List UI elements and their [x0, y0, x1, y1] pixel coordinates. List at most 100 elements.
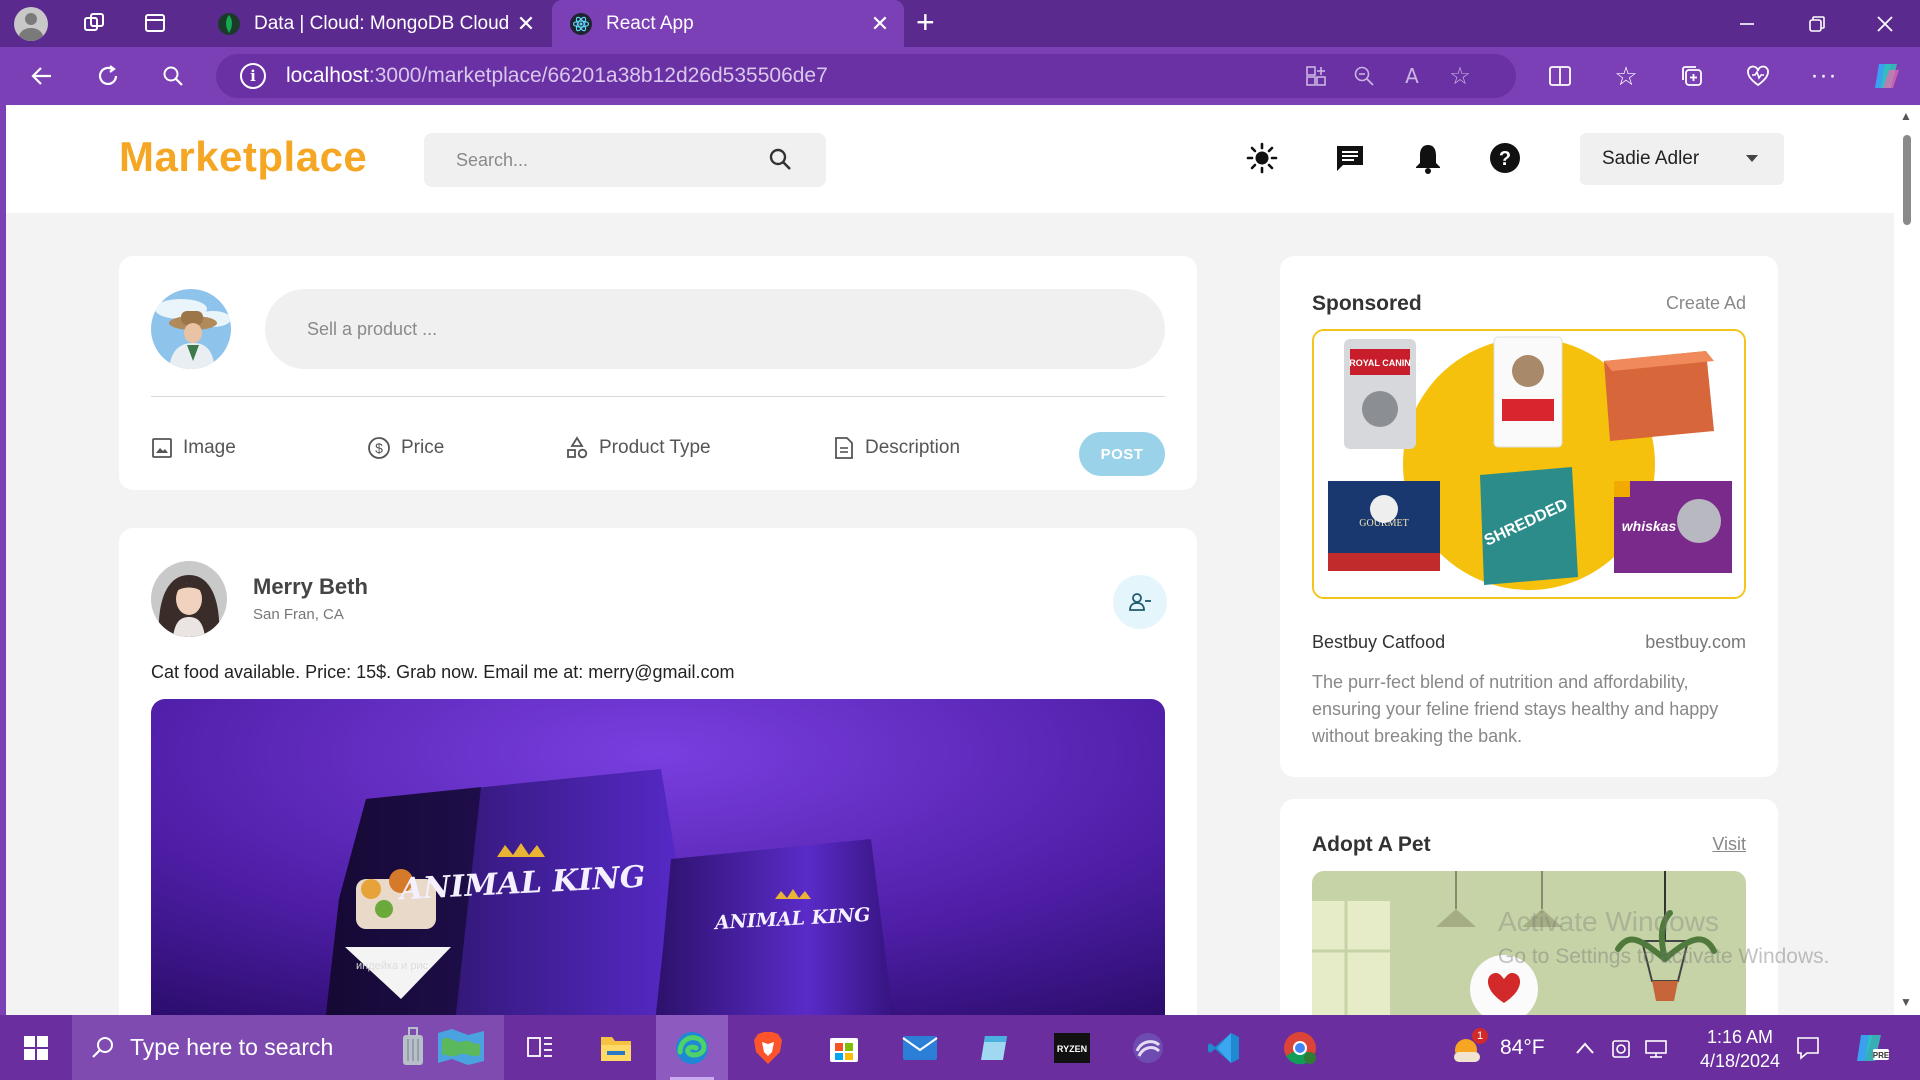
post-image[interactable]: индейка и рис ANIMAL KING ANIMAL KING	[151, 699, 1165, 1015]
weather-sun-icon: 1	[1448, 1027, 1488, 1066]
sponsored-title: Sponsored	[1312, 292, 1422, 315]
marketplace-post: Merry Beth San Fran, CA Cat food availab…	[119, 528, 1197, 1015]
sponsored-widget: Sponsored Create Ad ROYAL CANIN GOURMET …	[1280, 256, 1778, 777]
scroll-up-icon[interactable]: ▲	[1900, 109, 1912, 123]
split-screen-icon[interactable]	[1535, 47, 1585, 105]
favorites-icon[interactable]: ☆	[1601, 47, 1651, 105]
ad-product-label: whiskas	[1622, 518, 1677, 534]
author-avatar[interactable]	[151, 561, 227, 637]
adopt-pet-image[interactable]	[1312, 871, 1746, 1015]
author-name[interactable]: Merry Beth	[253, 574, 368, 600]
new-tab-icon[interactable]: +	[916, 4, 935, 41]
task-view-icon[interactable]	[504, 1015, 576, 1080]
scroll-down-icon[interactable]: ▼	[1900, 995, 1912, 1009]
sell-product-widget: Image $ Price Product Type Description P…	[119, 256, 1197, 490]
price-tool[interactable]: $ Price	[367, 433, 444, 463]
user-dropdown[interactable]: Sadie Adler	[1580, 133, 1784, 185]
microsoft-store-icon[interactable]	[808, 1015, 880, 1080]
refresh-icon[interactable]	[83, 47, 133, 105]
image-tool[interactable]: Image	[151, 433, 236, 463]
search-icon[interactable]	[90, 1035, 116, 1066]
vscode-icon[interactable]	[1188, 1015, 1260, 1080]
workspaces-icon[interactable]	[74, 3, 114, 43]
ad-domain[interactable]: bestbuy.com	[1645, 632, 1746, 653]
sell-product-input[interactable]	[265, 289, 1165, 369]
help-icon[interactable]: ?	[1488, 141, 1522, 175]
post-button[interactable]: POST	[1079, 432, 1165, 476]
svg-text:RYZEN: RYZEN	[1057, 1044, 1087, 1054]
address-bar[interactable]: i localhost:3000/marketplace/66201a38b12…	[216, 54, 1516, 98]
app-navbar: Marketplace ? Sadie Adler	[6, 105, 1894, 213]
remove-friend-button[interactable]	[1113, 575, 1167, 629]
show-hidden-icons-icon[interactable]	[1575, 1015, 1595, 1080]
mail-icon[interactable]	[884, 1015, 956, 1080]
tab-mongodb[interactable]: Data | Cloud: MongoDB Cloud ✕	[200, 0, 550, 47]
create-ad-link[interactable]: Create Ad	[1666, 293, 1746, 314]
search-bar	[424, 133, 826, 187]
description-tool[interactable]: Description	[833, 433, 960, 463]
map-icon	[436, 1027, 486, 1072]
tab-actions-icon[interactable]	[135, 3, 175, 43]
visit-link[interactable]: Visit	[1712, 834, 1746, 855]
copilot-icon[interactable]	[1862, 47, 1912, 105]
restore-icon[interactable]	[1782, 0, 1852, 47]
app-available-icon[interactable]	[1294, 54, 1338, 98]
favorite-star-icon[interactable]: ☆	[1438, 54, 1482, 98]
search-input[interactable]	[424, 133, 764, 187]
bell-icon[interactable]	[1411, 141, 1445, 175]
taskbar-search-input[interactable]	[130, 1015, 430, 1080]
tor-browser-icon[interactable]	[1112, 1015, 1184, 1080]
bag-flavor-text: индейка и рис	[356, 960, 429, 972]
brave-browser-icon[interactable]	[732, 1015, 804, 1080]
read-aloud-icon[interactable]: A	[1390, 54, 1434, 98]
network-icon[interactable]	[1644, 1015, 1670, 1080]
zoom-icon[interactable]	[1342, 54, 1386, 98]
image-icon	[152, 438, 172, 458]
notepad-icon[interactable]	[960, 1015, 1032, 1080]
react-icon	[570, 12, 592, 35]
current-user-avatar[interactable]	[151, 289, 231, 369]
page-viewport: Marketplace ? Sadie Adler	[6, 105, 1894, 1015]
windows-start-icon[interactable]	[0, 1015, 72, 1080]
luggage-icon	[398, 1025, 428, 1074]
weather-temp: 84°F	[1500, 1035, 1545, 1059]
minimize-icon[interactable]	[1712, 0, 1782, 47]
site-info-icon[interactable]: i	[240, 63, 266, 89]
sun-icon[interactable]	[1245, 141, 1279, 175]
close-tab-icon[interactable]: ✕	[868, 11, 892, 37]
edge-browser-icon[interactable]	[656, 1015, 728, 1080]
close-window-icon[interactable]	[1850, 0, 1920, 47]
product-type-tool[interactable]: Product Type	[565, 433, 711, 463]
page-scrollbar[interactable]: ▲ ▼	[1894, 105, 1920, 1015]
product-type-tool-label: Product Type	[599, 437, 711, 458]
file-explorer-icon[interactable]	[580, 1015, 652, 1080]
app-logo[interactable]: Marketplace	[119, 133, 367, 181]
svg-text:$: $	[375, 440, 383, 456]
tab-title: Data | Cloud: MongoDB Cloud	[254, 12, 510, 34]
camera-icon[interactable]	[1610, 1015, 1634, 1080]
system-clock[interactable]: 1:16 AM 4/18/2024	[1680, 1025, 1800, 1073]
ad-name[interactable]: Bestbuy Catfood	[1312, 632, 1445, 653]
profile-avatar-icon[interactable]	[14, 6, 48, 41]
mongodb-leaf-icon	[218, 12, 240, 35]
close-tab-icon[interactable]: ✕	[514, 11, 538, 37]
divider	[151, 396, 1165, 397]
shapes-icon	[567, 436, 588, 459]
ad-product-label: ROYAL CANIN	[1349, 358, 1411, 368]
message-icon[interactable]	[1333, 141, 1367, 175]
browser-toolbar: i localhost:3000/marketplace/66201a38b12…	[0, 47, 1920, 105]
tab-react-app[interactable]: React App ✕	[552, 0, 904, 47]
ryzen-master-icon[interactable]: RYZEN	[1036, 1015, 1108, 1080]
back-icon[interactable]	[17, 47, 67, 105]
search-icon[interactable]	[766, 145, 796, 175]
search-page-icon[interactable]	[148, 47, 198, 105]
more-options-icon[interactable]: ···	[1799, 47, 1849, 105]
notifications-icon[interactable]	[1795, 1015, 1821, 1080]
sponsored-ad-image[interactable]: ROYAL CANIN GOURMET SHREDDED whiskas	[1312, 329, 1746, 599]
collections-icon[interactable]	[1667, 47, 1717, 105]
scrollbar-thumb[interactable]	[1903, 135, 1911, 225]
weather-widget[interactable]: 1 84°F	[1448, 1015, 1545, 1080]
browser-essentials-icon[interactable]	[1733, 47, 1783, 105]
copilot-taskbar-icon[interactable]: PRE	[1855, 1015, 1889, 1080]
chrome-icon[interactable]	[1264, 1015, 1336, 1080]
